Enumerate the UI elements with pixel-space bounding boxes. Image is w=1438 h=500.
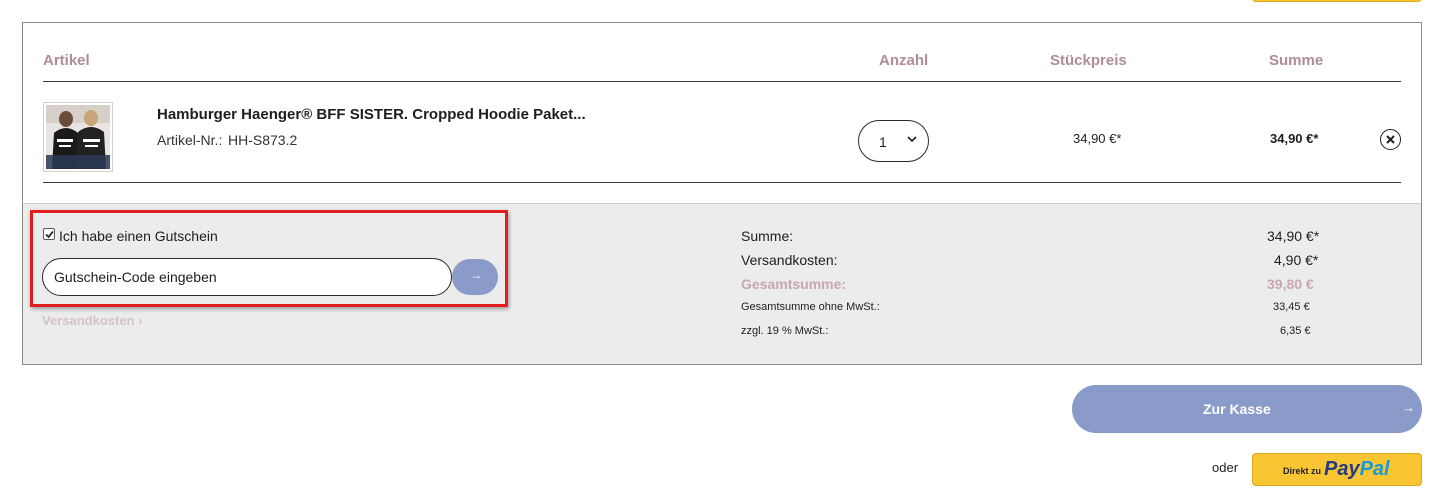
chevron-right-icon: ›	[138, 313, 143, 328]
checkout-button[interactable]: Zur Kasse →	[1072, 385, 1422, 433]
shipping-value: 4,90 €*	[1274, 252, 1319, 268]
header-divider	[43, 81, 1401, 82]
grand-total-value: 39,80 €	[1267, 276, 1314, 292]
product-image[interactable]	[43, 102, 113, 172]
item-divider	[43, 182, 1401, 183]
or-separator: oder	[1212, 460, 1239, 475]
paypal-direkt-label: Direkt zu	[1283, 466, 1322, 476]
column-header-summe: Summe	[1269, 52, 1324, 69]
subtotal-label: Summe:	[741, 228, 794, 244]
paypal-button-top-partial[interactable]	[1252, 0, 1422, 2]
shipping-costs-link-label: Versandkosten	[42, 313, 135, 328]
checkout-button-label: Zur Kasse	[1203, 401, 1271, 417]
line-total: 34,90 €*	[1270, 131, 1319, 146]
paypal-logo: PayPal	[1324, 458, 1390, 480]
product-name-link[interactable]: Hamburger Haenger® BFF SISTER. Cropped H…	[157, 106, 586, 123]
close-icon	[1386, 135, 1395, 144]
remove-item-button[interactable]	[1380, 129, 1401, 150]
grand-total-label: Gesamtsumme:	[741, 276, 847, 292]
unit-price: 34,90 €*	[1073, 131, 1122, 146]
vat-value: 6,35 €	[1280, 325, 1311, 337]
shipping-costs-link[interactable]: Versandkosten ›	[42, 313, 142, 328]
quantity-select[interactable]: 1	[858, 120, 929, 162]
product-photo-icon	[46, 105, 110, 169]
article-number-label: Artikel-Nr.:	[157, 132, 223, 148]
net-total-label: Gesamtsumme ohne MwSt.:	[741, 301, 880, 313]
paypal-express-button[interactable]: Direkt zu PayPal	[1252, 453, 1422, 486]
column-header-anzahl: Anzahl	[879, 52, 929, 69]
coupon-highlight-box	[30, 210, 508, 307]
column-header-artikel: Artikel	[43, 52, 90, 69]
shipping-label: Versandkosten:	[741, 252, 838, 268]
subtotal-value: 34,90 €*	[1267, 228, 1320, 244]
arrow-right-icon: →	[1402, 400, 1415, 415]
quantity-value: 1	[879, 134, 887, 150]
chevron-down-icon	[907, 136, 917, 143]
vat-label: zzgl. 19 % MwSt.:	[741, 325, 829, 337]
net-total-value: 33,45 €	[1273, 301, 1310, 313]
column-header-stueckpreis: Stückpreis	[1050, 52, 1127, 69]
article-number-value: HH-S873.2	[228, 132, 298, 148]
